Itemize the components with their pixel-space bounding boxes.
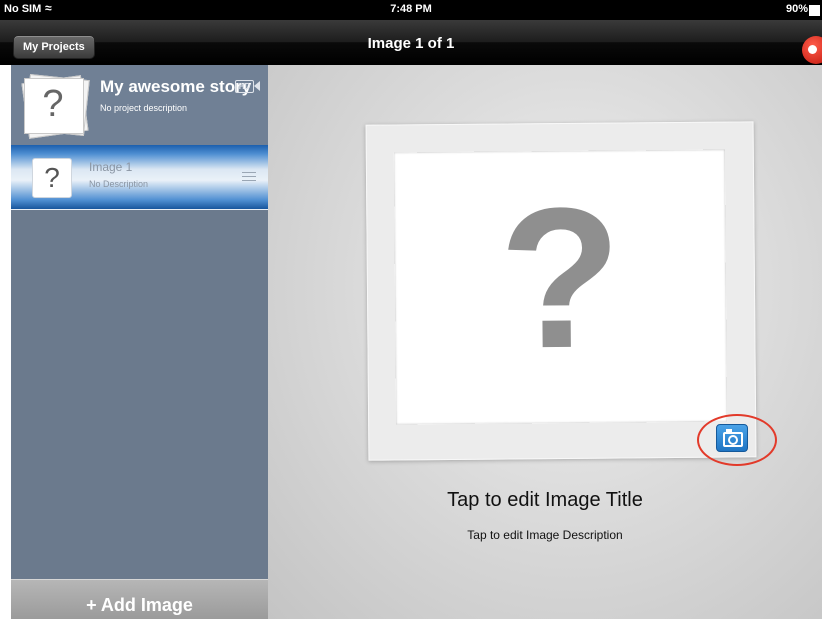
record-dot xyxy=(808,45,817,54)
image-item-title: Image 1 xyxy=(89,160,133,174)
sidebar: ? My awesome story HD No project descrip… xyxy=(11,65,268,619)
hd-video-icon-lens xyxy=(254,81,260,91)
image-placeholder[interactable]: ? xyxy=(393,149,728,425)
camera-icon-lens xyxy=(728,435,738,445)
navigation-bar: My Projects Image 1 of 1 xyxy=(0,20,822,65)
app-window: No SIM ≈ 7:48 PM 90% My Projects Image 1… xyxy=(0,0,822,619)
camera-icon[interactable] xyxy=(716,424,748,452)
photo-frame: ? xyxy=(365,121,757,461)
image-title-field[interactable]: Tap to edit Image Title xyxy=(268,489,822,512)
drag-handle-icon[interactable] xyxy=(242,172,256,182)
project-placeholder-glyph: ? xyxy=(42,83,64,125)
battery-percent: 90% xyxy=(785,3,808,15)
hd-video-icon: HD xyxy=(235,80,254,93)
add-image-button[interactable]: + Add Image xyxy=(11,579,268,619)
project-header[interactable]: ? My awesome story HD No project descrip… xyxy=(11,65,268,145)
image-placeholder-glyph: ? xyxy=(44,162,60,193)
image-editor: ? Tap to edit Image Title Tap to edit Im… xyxy=(268,65,822,619)
project-description: No project description xyxy=(100,103,188,113)
project-title: My awesome story xyxy=(100,77,252,96)
project-thumbnail: ? xyxy=(21,73,90,139)
image-list-item[interactable]: ? Image 1 No Description xyxy=(11,145,268,210)
clock: 7:48 PM xyxy=(390,3,432,15)
record-icon[interactable] xyxy=(802,36,822,64)
page-title: Image 1 of 1 xyxy=(367,35,455,52)
image-description-field[interactable]: Tap to edit Image Description xyxy=(268,528,822,542)
image-item-description: No Description xyxy=(89,179,149,189)
image-thumbnail: ? xyxy=(32,158,72,198)
status-bar: No SIM ≈ 7:48 PM 90% xyxy=(0,0,822,20)
placeholder-question-glyph: ? xyxy=(498,166,623,391)
battery-icon xyxy=(809,5,820,16)
